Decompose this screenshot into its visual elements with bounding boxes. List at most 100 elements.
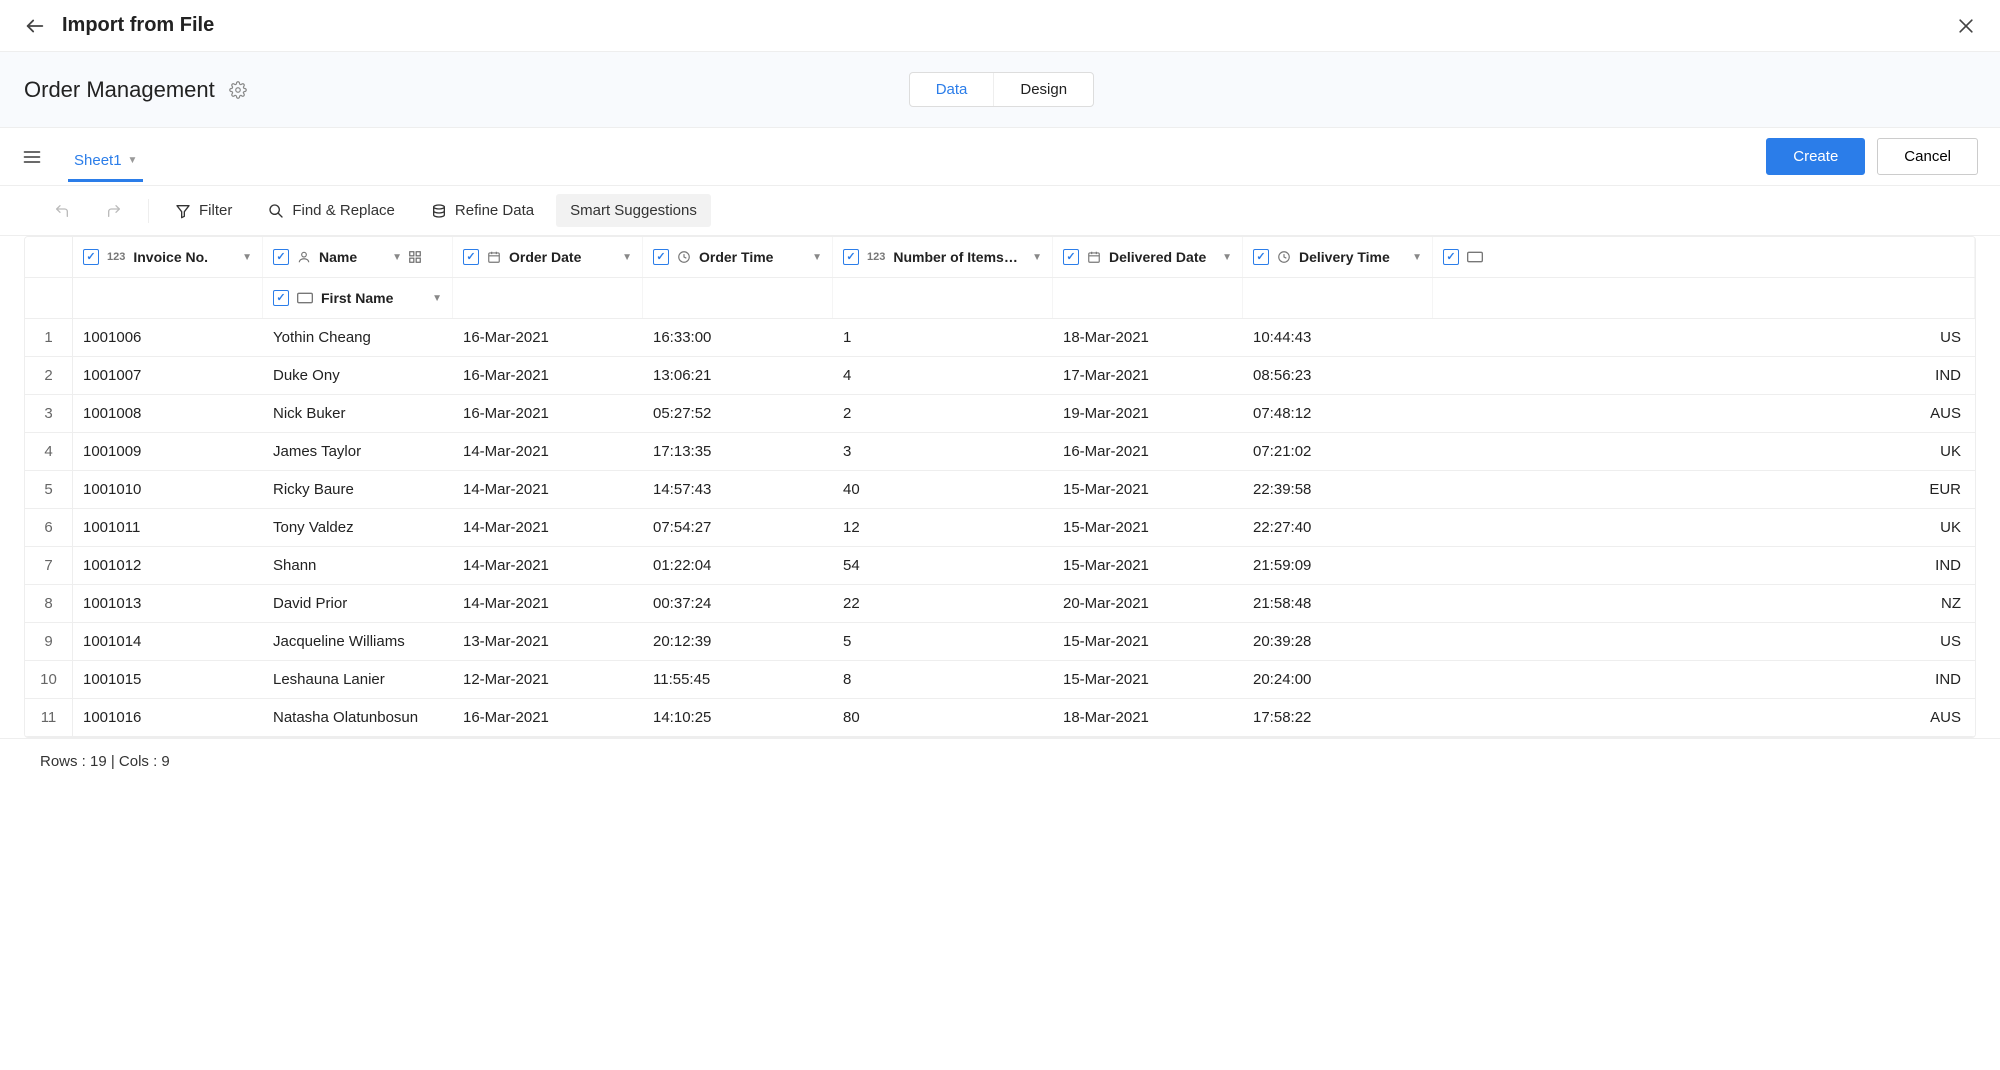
cell-items: 80 [833, 699, 1053, 736]
cell-invoice: 1001008 [73, 395, 263, 432]
col-name[interactable]: ✓ Name ▼ [263, 237, 453, 277]
cell-delivery-time: 07:48:12 [1243, 395, 1433, 432]
cell-order-date: 13-Mar-2021 [453, 623, 643, 660]
cell-name: Nick Buker [263, 395, 453, 432]
col-extra[interactable]: ✓ [1433, 237, 1975, 277]
cell-order-date: 14-Mar-2021 [453, 433, 643, 470]
table-row[interactable]: 41001009James Taylor14-Mar-202117:13:353… [25, 433, 1975, 471]
smart-label: Smart Suggestions [570, 202, 697, 219]
view-tabs: Data Design [909, 72, 1094, 107]
tab-data[interactable]: Data [910, 73, 994, 106]
back-icon[interactable] [24, 15, 46, 37]
gear-icon[interactable] [229, 81, 247, 99]
toolbar: Filter Find & Replace Refine Data Smart … [0, 186, 2000, 236]
hamburger-icon[interactable] [22, 147, 42, 167]
cell-items: 3 [833, 433, 1053, 470]
table-row[interactable]: 81001013David Prior14-Mar-202100:37:2422… [25, 585, 1975, 623]
checkbox-icon[interactable]: ✓ [273, 290, 289, 306]
checkbox-icon[interactable]: ✓ [1443, 249, 1459, 265]
expand-icon[interactable] [408, 250, 422, 264]
cell-items: 5 [833, 623, 1053, 660]
find-label: Find & Replace [292, 202, 395, 219]
tab-design[interactable]: Design [993, 73, 1093, 106]
table-row[interactable]: 111001016Natasha Olatunbosun16-Mar-20211… [25, 699, 1975, 737]
chevron-down-icon[interactable]: ▼ [1032, 252, 1042, 263]
chevron-down-icon[interactable]: ▼ [622, 252, 632, 263]
cell-delivered-date: 18-Mar-2021 [1053, 699, 1243, 736]
subcol-empty [73, 278, 263, 318]
cell-order-date: 12-Mar-2021 [453, 661, 643, 698]
col-invoice[interactable]: ✓ 123 Invoice No. ▼ [73, 237, 263, 277]
cell-order-time: 00:37:24 [643, 585, 833, 622]
number-icon: 123 [107, 251, 125, 263]
sheet-tab[interactable]: Sheet1 ▼ [68, 142, 143, 182]
clock-icon [1277, 250, 1291, 264]
cell-order-time: 13:06:21 [643, 357, 833, 394]
undo-button[interactable] [40, 195, 84, 227]
table-body[interactable]: 11001006Yothin Cheang16-Mar-202116:33:00… [25, 319, 1975, 737]
smart-suggestions-button[interactable]: Smart Suggestions [556, 194, 711, 227]
cell-delivery-time: 22:27:40 [1243, 509, 1433, 546]
checkbox-icon[interactable]: ✓ [463, 249, 479, 265]
number-icon: 123 [867, 251, 885, 263]
table-row[interactable]: 101001015Leshauna Lanier12-Mar-202111:55… [25, 661, 1975, 699]
close-icon[interactable] [1956, 16, 1976, 36]
cell-invoice: 1001012 [73, 547, 263, 584]
find-replace-button[interactable]: Find & Replace [254, 194, 409, 227]
subcol-firstname[interactable]: ✓ First Name ▼ [263, 278, 453, 318]
col-delivered-date[interactable]: ✓ Delivered Date ▼ [1053, 237, 1243, 277]
table-row[interactable]: 61001011Tony Valdez14-Mar-202107:54:2712… [25, 509, 1975, 547]
cell-delivered-date: 17-Mar-2021 [1053, 357, 1243, 394]
filter-button[interactable]: Filter [161, 194, 246, 227]
cell-delivered-date: 20-Mar-2021 [1053, 585, 1243, 622]
col-order-time[interactable]: ✓ Order Time ▼ [643, 237, 833, 277]
cell-order-time: 14:57:43 [643, 471, 833, 508]
row-number: 9 [25, 623, 73, 660]
table-row[interactable]: 11001006Yothin Cheang16-Mar-202116:33:00… [25, 319, 1975, 357]
cell-country: IND [1433, 661, 1975, 698]
checkbox-icon[interactable]: ✓ [653, 249, 669, 265]
status-text: Rows : 19 | Cols : 9 [40, 753, 170, 770]
cell-delivered-date: 15-Mar-2021 [1053, 509, 1243, 546]
chevron-down-icon[interactable]: ▼ [392, 252, 402, 263]
cell-order-time: 20:12:39 [643, 623, 833, 660]
cell-invoice: 1001007 [73, 357, 263, 394]
cancel-button[interactable]: Cancel [1877, 138, 1978, 175]
cell-delivered-date: 15-Mar-2021 [1053, 547, 1243, 584]
status-bar: Rows : 19 | Cols : 9 [0, 738, 2000, 784]
checkbox-icon[interactable]: ✓ [273, 249, 289, 265]
refine-data-button[interactable]: Refine Data [417, 194, 548, 227]
chevron-down-icon[interactable]: ▼ [1222, 252, 1232, 263]
table-row[interactable]: 21001007Duke Ony16-Mar-202113:06:21417-M… [25, 357, 1975, 395]
table-row[interactable]: 71001012Shann14-Mar-202101:22:045415-Mar… [25, 547, 1975, 585]
chevron-down-icon[interactable]: ▼ [1412, 252, 1422, 263]
col-items[interactable]: ✓ 123 Number of Items… ▼ [833, 237, 1053, 277]
col-label: First Name [321, 290, 393, 306]
col-rownum [25, 237, 73, 277]
table-row[interactable]: 91001014Jacqueline Williams13-Mar-202120… [25, 623, 1975, 661]
chevron-down-icon[interactable]: ▼ [812, 252, 822, 263]
chevron-down-icon[interactable]: ▼ [242, 252, 252, 263]
filter-label: Filter [199, 202, 232, 219]
calendar-icon [1087, 250, 1101, 264]
checkbox-icon[interactable]: ✓ [83, 249, 99, 265]
cell-name: Duke Ony [263, 357, 453, 394]
col-delivery-time[interactable]: ✓ Delivery Time ▼ [1243, 237, 1433, 277]
cell-delivered-date: 15-Mar-2021 [1053, 471, 1243, 508]
cell-delivered-date: 15-Mar-2021 [1053, 661, 1243, 698]
create-button[interactable]: Create [1766, 138, 1865, 175]
table-row[interactable]: 31001008Nick Buker16-Mar-202105:27:52219… [25, 395, 1975, 433]
col-order-date[interactable]: ✓ Order Date ▼ [453, 237, 643, 277]
checkbox-icon[interactable]: ✓ [1063, 249, 1079, 265]
checkbox-icon[interactable]: ✓ [1253, 249, 1269, 265]
checkbox-icon[interactable]: ✓ [843, 249, 859, 265]
subcol-empty [833, 278, 1053, 318]
row-number: 11 [25, 699, 73, 736]
cell-order-time: 16:33:00 [643, 319, 833, 356]
redo-button[interactable] [92, 195, 136, 227]
cell-invoice: 1001009 [73, 433, 263, 470]
col-label: Number of Items… [893, 249, 1017, 265]
subcol-empty [1433, 278, 1975, 318]
table-row[interactable]: 51001010Ricky Baure14-Mar-202114:57:4340… [25, 471, 1975, 509]
chevron-down-icon[interactable]: ▼ [432, 293, 442, 304]
